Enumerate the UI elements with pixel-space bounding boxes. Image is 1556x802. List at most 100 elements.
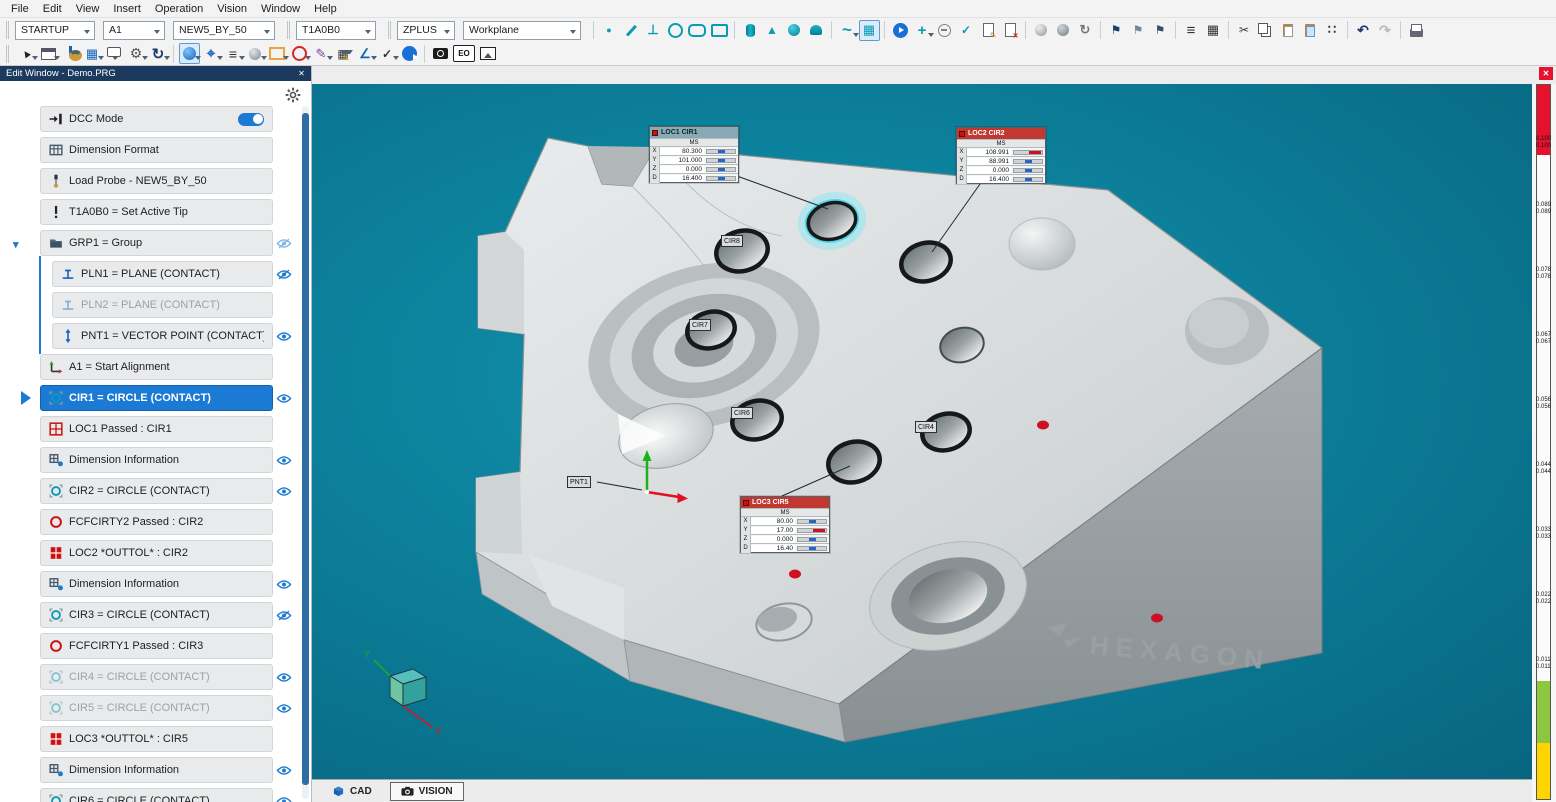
bookmark-next-icon[interactable] bbox=[1150, 20, 1171, 41]
tree-item-pill[interactable]: GRP1 = Group bbox=[40, 230, 273, 256]
scan-curve-icon[interactable] bbox=[837, 20, 858, 41]
comment-icon[interactable] bbox=[104, 43, 125, 64]
refresh-view-icon[interactable] bbox=[1075, 20, 1096, 41]
optimize-path-icon[interactable] bbox=[126, 43, 147, 64]
cad-model-icon[interactable] bbox=[245, 43, 266, 64]
menu-view[interactable]: View bbox=[69, 2, 107, 16]
cut-icon[interactable] bbox=[1234, 20, 1255, 41]
pattern-icon[interactable] bbox=[1322, 20, 1343, 41]
callout-LOC3-CIR5[interactable]: LOC3 CIR5MSX80.00Y17.00Z0.000D16.40 bbox=[740, 496, 830, 553]
tree-item-dcc-mode[interactable]: DCC Mode bbox=[40, 106, 295, 132]
tree-item-pill[interactable]: CIR6 = CIRCLE (CONTACT) bbox=[40, 788, 273, 802]
undo-icon[interactable] bbox=[1353, 20, 1374, 41]
angle-icon[interactable] bbox=[355, 43, 376, 64]
feature-label-PNT1[interactable]: PNT1 bbox=[567, 476, 591, 488]
bookmark-prev-icon[interactable] bbox=[1128, 20, 1149, 41]
redo-icon[interactable] bbox=[1375, 20, 1396, 41]
tree-item-pill[interactable]: Dimension Information bbox=[40, 571, 273, 597]
toolbar-grip[interactable] bbox=[388, 21, 393, 39]
summary-mode-icon[interactable] bbox=[1181, 20, 1202, 41]
feature-label-CIR4[interactable]: CIR4 bbox=[915, 421, 937, 433]
insert-feature-icon[interactable] bbox=[82, 43, 103, 64]
tree-item-cir5[interactable]: CIR5 = CIRCLE (CONTACT) bbox=[40, 695, 295, 721]
bookmark-icon[interactable] bbox=[1106, 20, 1127, 41]
measure-cylinder-icon[interactable] bbox=[740, 20, 761, 41]
tree-item-pill[interactable]: CIR5 = CIRCLE (CONTACT) bbox=[40, 695, 273, 721]
tree-item-dimension-format[interactable]: Dimension Format bbox=[40, 137, 295, 163]
menu-help[interactable]: Help bbox=[307, 2, 344, 16]
gear-icon[interactable] bbox=[285, 87, 301, 103]
feature-label-CIR6[interactable]: CIR6 bbox=[731, 407, 753, 419]
eye-icon[interactable] bbox=[273, 385, 295, 411]
alignment-dropdown[interactable]: A1 bbox=[103, 21, 165, 40]
gage-icon[interactable] bbox=[333, 43, 354, 64]
eye-icon[interactable] bbox=[273, 788, 295, 802]
tree-item-pill[interactable]: A1 = Start Alignment bbox=[40, 354, 273, 380]
eye-icon[interactable] bbox=[273, 447, 295, 473]
menu-insert[interactable]: Insert bbox=[106, 2, 148, 16]
toolbar-grip[interactable] bbox=[6, 21, 11, 39]
tree-item-pill[interactable]: CIR2 = CIRCLE (CONTACT) bbox=[40, 478, 273, 504]
color-scale-close-icon[interactable] bbox=[1539, 67, 1553, 80]
tree-item-pill[interactable]: PLN1 = PLANE (CONTACT) bbox=[52, 261, 273, 287]
tree-item-a1[interactable]: A1 = Start Alignment bbox=[40, 354, 295, 380]
probe-toolbox-icon[interactable] bbox=[60, 43, 81, 64]
menu-operation[interactable]: Operation bbox=[148, 2, 210, 16]
insert-comment-icon[interactable] bbox=[934, 20, 955, 41]
report-window-icon[interactable] bbox=[1203, 20, 1224, 41]
image-capture-icon[interactable] bbox=[478, 43, 499, 64]
probe-position-icon[interactable] bbox=[201, 43, 222, 64]
workplane-dropdown[interactable]: Workplane bbox=[463, 21, 581, 40]
measure-sphere-icon[interactable] bbox=[784, 20, 805, 41]
tree-item-pill[interactable]: T1A0B0 = Set Active Tip bbox=[40, 199, 273, 225]
tree-item-fcfcirty2[interactable]: FCFCIRTY2 Passed : CIR2 bbox=[40, 509, 295, 535]
tree-item-pill[interactable]: FCFCIRTY2 Passed : CIR2 bbox=[40, 509, 273, 535]
callout-LOC1-CIR1[interactable]: LOC1 CIR1MSX80.300Y101.000Z0.000D16.400 bbox=[649, 126, 739, 183]
insert-point-icon[interactable] bbox=[912, 20, 933, 41]
tree-item-pill[interactable]: CIR4 = CIRCLE (CONTACT) bbox=[40, 664, 273, 690]
tree-item-pill[interactable]: Dimension Information bbox=[40, 757, 273, 783]
tree-item-loc3[interactable]: LOC3 *OUTTOL* : CIR5 bbox=[40, 726, 295, 752]
tree-item-pill[interactable]: LOC2 *OUTTOL* : CIR2 bbox=[40, 540, 273, 566]
menu-vision[interactable]: Vision bbox=[210, 2, 254, 16]
menu-file[interactable]: File bbox=[4, 2, 36, 16]
tree-item-grp1[interactable]: GRP1 = Group bbox=[40, 230, 295, 256]
tree-item-load-probe[interactable]: Load Probe - NEW5_BY_50 bbox=[40, 168, 295, 194]
tree-item-pill[interactable]: LOC3 *OUTTOL* : CIR5 bbox=[40, 726, 273, 752]
eye-off-icon[interactable] bbox=[273, 230, 295, 256]
measure-plane-icon[interactable] bbox=[643, 20, 664, 41]
tree-item-pill[interactable]: PLN2 = PLANE (CONTACT) bbox=[52, 292, 273, 318]
expander-icon[interactable] bbox=[13, 235, 19, 253]
scan-grid-icon[interactable] bbox=[859, 20, 880, 41]
circle-zone-icon[interactable] bbox=[289, 43, 310, 64]
mark-set-icon[interactable] bbox=[956, 20, 977, 41]
feature-label-CIR8[interactable]: CIR8 bbox=[721, 235, 743, 247]
execute-vision-icon[interactable] bbox=[399, 43, 420, 64]
eye-icon[interactable] bbox=[273, 757, 295, 783]
tree-item-cir6[interactable]: CIR6 = CIRCLE (CONTACT) bbox=[40, 788, 295, 802]
copy-icon[interactable] bbox=[1256, 20, 1277, 41]
tree-item-pill[interactable]: Dimension Format bbox=[40, 137, 273, 163]
tree-item-set-active-tip[interactable]: T1A0B0 = Set Active Tip bbox=[40, 199, 295, 225]
edit-window-scrollbar[interactable] bbox=[302, 106, 309, 799]
paste-special-icon[interactable] bbox=[1300, 20, 1321, 41]
measure-circle-icon[interactable] bbox=[665, 20, 686, 41]
cad-shaded-icon[interactable] bbox=[1031, 20, 1052, 41]
tree-item-loc1[interactable]: LOC1 Passed : CIR1 bbox=[40, 416, 295, 442]
program-dropdown[interactable]: STARTUP bbox=[15, 21, 95, 40]
tab-vision[interactable]: VISION bbox=[390, 782, 464, 801]
cad-viewport[interactable]: X Y HEXAGON LOC1 CIR1MSX80.300Y101.000Z0… bbox=[312, 84, 1532, 779]
tree-item-pnt1[interactable]: PNT1 = VECTOR POINT (CONTACT) bbox=[52, 323, 295, 349]
eye-off-icon[interactable] bbox=[273, 602, 295, 628]
menu-window[interactable]: Window bbox=[254, 2, 307, 16]
tree-item-loc2[interactable]: LOC2 *OUTTOL* : CIR2 bbox=[40, 540, 295, 566]
window-layout-icon[interactable] bbox=[38, 43, 59, 64]
eye-icon[interactable] bbox=[273, 323, 295, 349]
tree-item-cir1[interactable]: CIR1 = CIRCLE (CONTACT) bbox=[40, 385, 295, 411]
probe-dropdown[interactable]: NEW5_BY_50 bbox=[173, 21, 275, 40]
callout-LOC2-CIR2[interactable]: LOC2 CIR2MSX108.991Y88.991Z0.000D16.400 bbox=[956, 127, 1046, 184]
edit-report-icon[interactable] bbox=[978, 20, 999, 41]
tip-dropdown[interactable]: T1A0B0 bbox=[296, 21, 376, 40]
rotate-view-icon[interactable] bbox=[148, 43, 169, 64]
select-cursor-icon[interactable] bbox=[16, 43, 37, 64]
